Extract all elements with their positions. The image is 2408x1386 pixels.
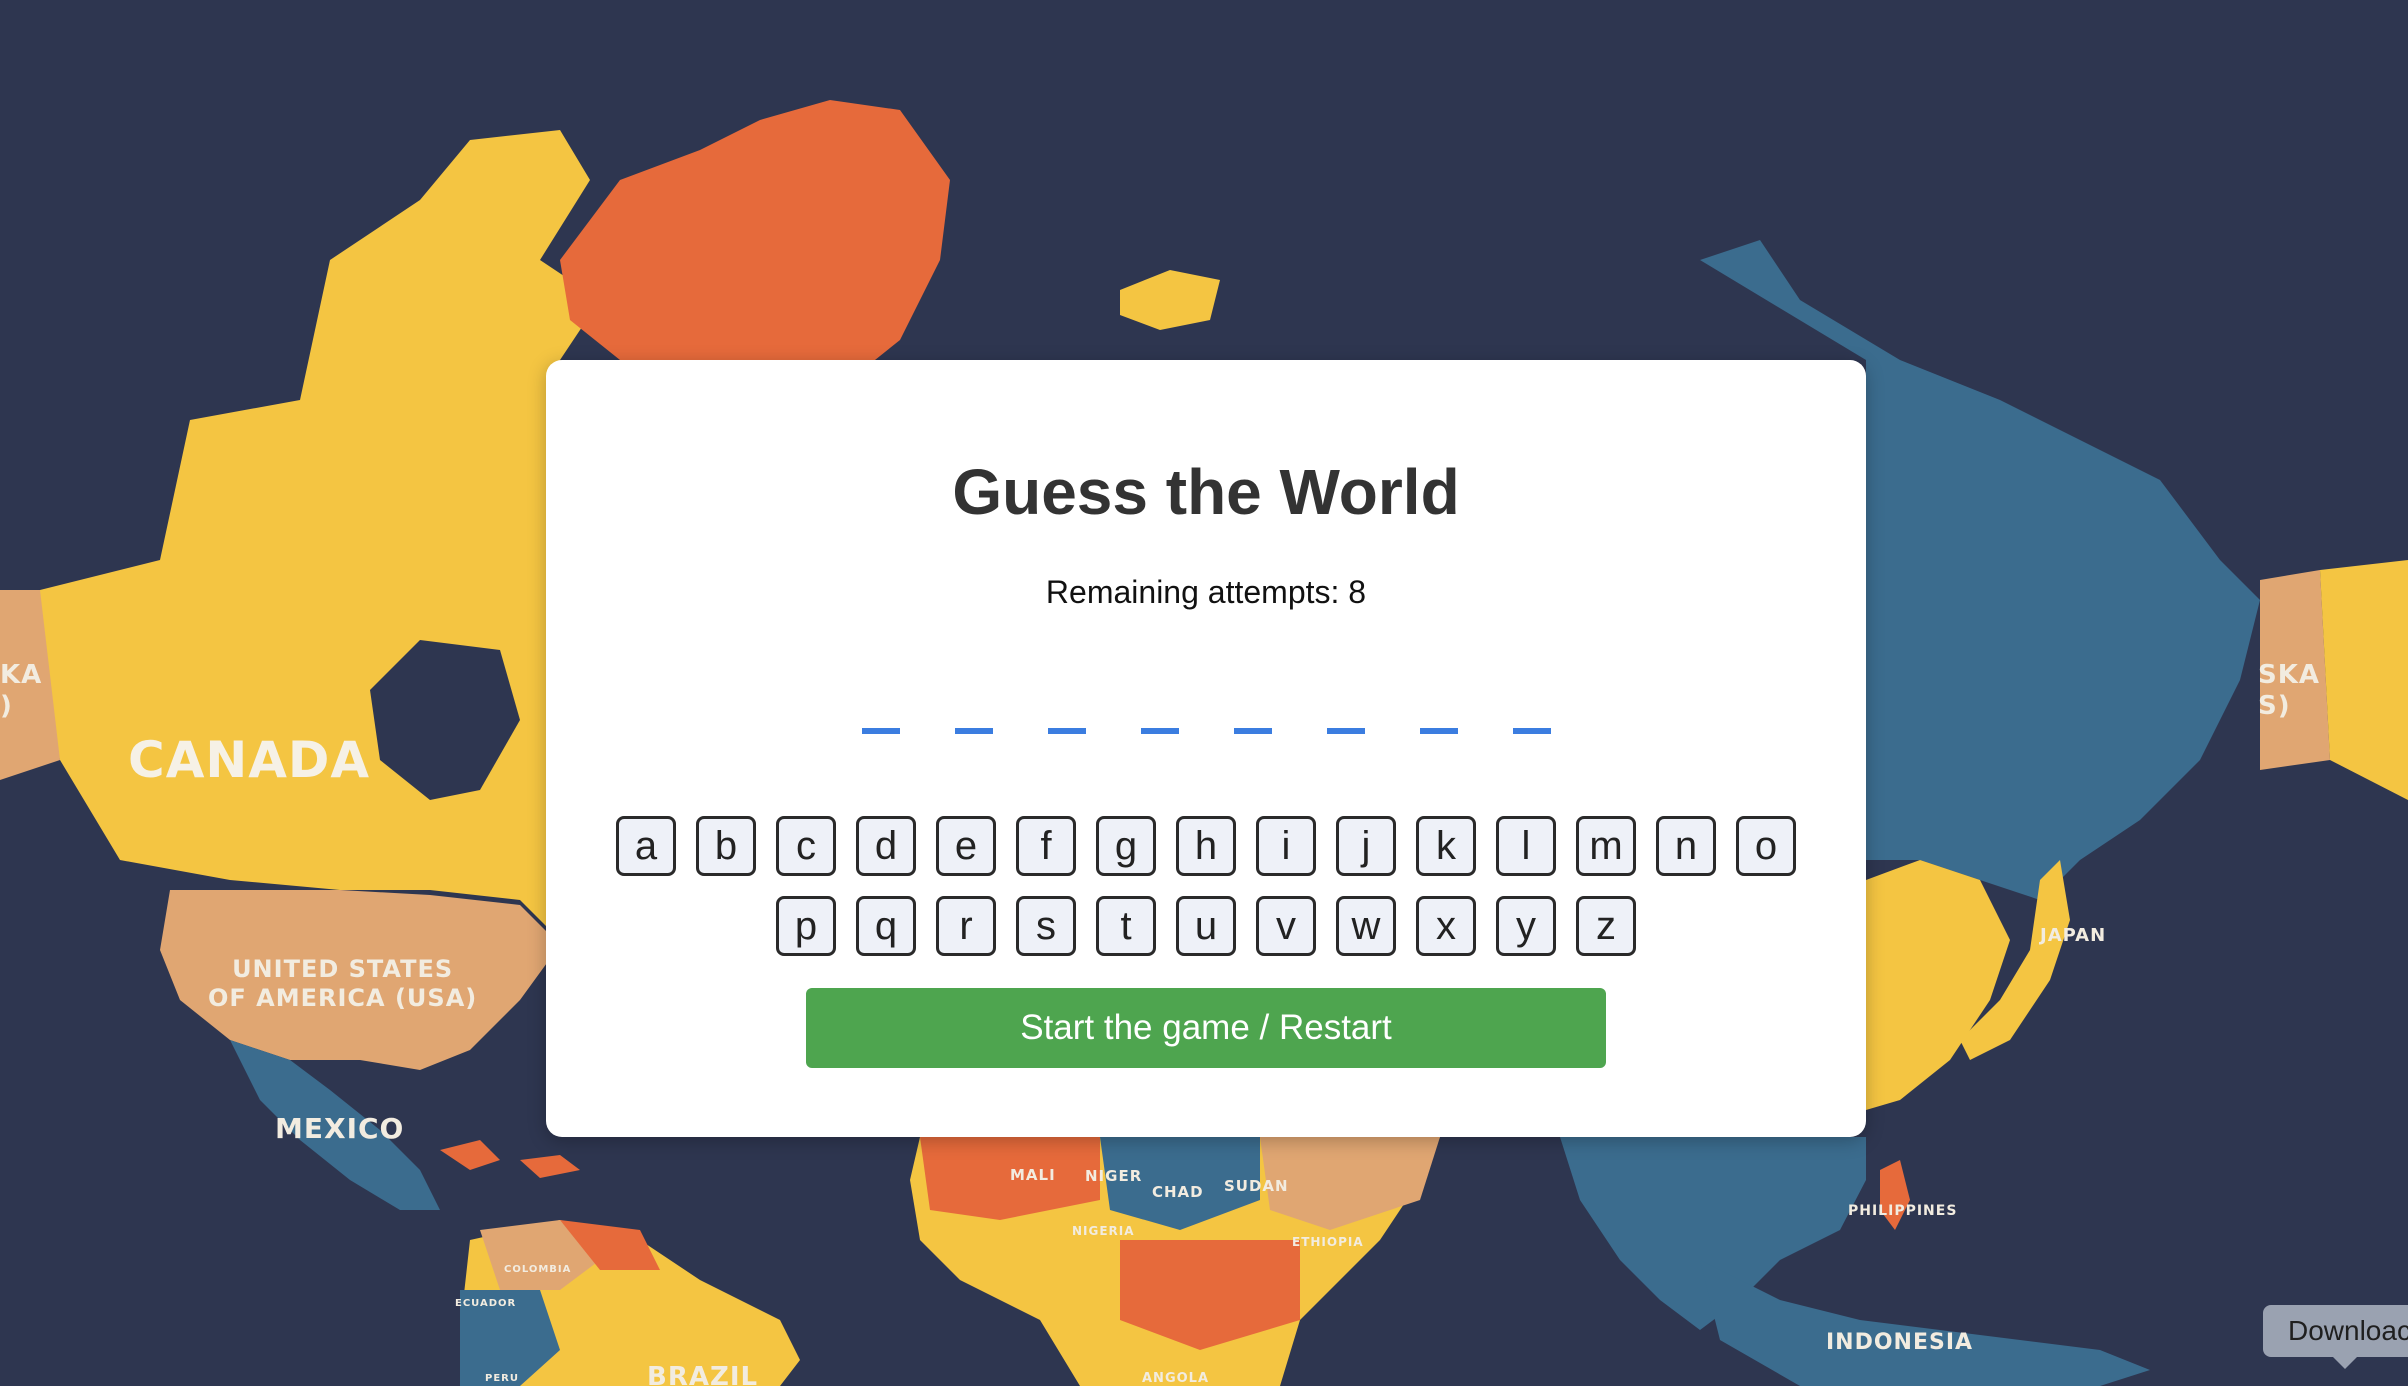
caribbean-islands <box>440 1140 580 1178</box>
word-slots <box>546 728 1866 734</box>
word-slot <box>1047 728 1086 734</box>
letter-key-j[interactable]: j <box>1336 816 1396 876</box>
map-label-philippines: PHILIPPINES <box>1848 1203 1958 1219</box>
letter-key-p[interactable]: p <box>776 896 836 956</box>
letter-key-e[interactable]: e <box>936 816 996 876</box>
map-label-canada: CANADA <box>128 731 371 789</box>
letter-key-q[interactable]: q <box>856 896 916 956</box>
map-label-usa: UNITED STATES OF AMERICA (USA) <box>208 955 478 1012</box>
keyboard-row: pqrstuvwxyz <box>546 896 1866 956</box>
letter-key-h[interactable]: h <box>1176 816 1236 876</box>
letter-key-z[interactable]: z <box>1576 896 1636 956</box>
letter-key-f[interactable]: f <box>1016 816 1076 876</box>
letter-keyboard: abcdefghijklmno pqrstuvwxyz <box>546 816 1866 976</box>
letter-key-s[interactable]: s <box>1016 896 1076 956</box>
letter-key-r[interactable]: r <box>936 896 996 956</box>
map-label-mexico: MEXICO <box>275 1112 405 1145</box>
map-label-nigeria: NIGERIA <box>1072 1224 1135 1238</box>
canada-right-landmass <box>2320 560 2408 800</box>
map-label-colombia: COLOMBIA <box>504 1264 572 1275</box>
greenland-landmass <box>560 100 950 390</box>
map-label-angola: ANGOLA <box>1142 1371 1210 1386</box>
iceland-landmass <box>1120 270 1220 330</box>
letter-key-o[interactable]: o <box>1736 816 1796 876</box>
letter-key-i[interactable]: i <box>1256 816 1316 876</box>
word-slot <box>1140 728 1179 734</box>
letter-key-g[interactable]: g <box>1096 816 1156 876</box>
letter-key-u[interactable]: u <box>1176 896 1236 956</box>
map-label-alaska-right: SKA S) <box>2258 660 2320 722</box>
map-label-ethiopia: ETHIOPIA <box>1292 1235 1364 1249</box>
map-label-mali: MALI <box>1010 1166 1056 1184</box>
china-landmass <box>1866 860 2010 1110</box>
letter-key-m[interactable]: m <box>1576 816 1636 876</box>
remaining-attempts: Remaining attempts: 8 <box>1045 574 1367 610</box>
word-slot <box>1512 728 1551 734</box>
map-label-peru: PERU <box>485 1373 519 1384</box>
game-screen: CANADA UNITED STATES OF AMERICA (USA) ME… <box>0 0 2408 1386</box>
map-label-alaska-left: KA ) <box>0 660 43 722</box>
letter-key-n[interactable]: n <box>1656 816 1716 876</box>
map-label-japan: JAPAN <box>2040 925 2107 946</box>
letter-key-b[interactable]: b <box>696 816 756 876</box>
letter-key-d[interactable]: d <box>856 816 916 876</box>
word-slot <box>861 728 900 734</box>
indonesia-landmass <box>1700 1260 2150 1386</box>
start-restart-button[interactable]: Start the game / Restart <box>806 988 1606 1068</box>
letter-key-t[interactable]: t <box>1096 896 1156 956</box>
map-label-brazil: BRAZIL <box>647 1362 759 1386</box>
letter-key-k[interactable]: k <box>1416 816 1476 876</box>
letter-key-a[interactable]: a <box>616 816 676 876</box>
game-title: Guess the World <box>952 456 1460 528</box>
map-label-ecuador: ECUADOR <box>455 1298 517 1309</box>
map-label-niger: NIGER <box>1085 1167 1143 1185</box>
letter-key-y[interactable]: y <box>1496 896 1556 956</box>
word-slot <box>1326 728 1365 734</box>
letter-key-w[interactable]: w <box>1336 896 1396 956</box>
map-label-chad: CHAD <box>1152 1183 1204 1201</box>
letter-key-c[interactable]: c <box>776 816 836 876</box>
letter-key-l[interactable]: l <box>1496 816 1556 876</box>
word-slot <box>1419 728 1458 734</box>
word-slot <box>1233 728 1272 734</box>
map-label-indonesia: INDONESIA <box>1826 1330 1974 1355</box>
map-label-sudan: SUDAN <box>1224 1177 1289 1195</box>
word-slot <box>954 728 993 734</box>
keyboard-row: abcdefghijklmno <box>546 816 1866 876</box>
game-card: Guess the World Remaining attempts: 8 ab… <box>546 360 1866 1137</box>
letter-key-v[interactable]: v <box>1256 896 1316 956</box>
letter-key-x[interactable]: x <box>1416 896 1476 956</box>
download-tooltip[interactable]: Downloac <box>2263 1305 2408 1369</box>
